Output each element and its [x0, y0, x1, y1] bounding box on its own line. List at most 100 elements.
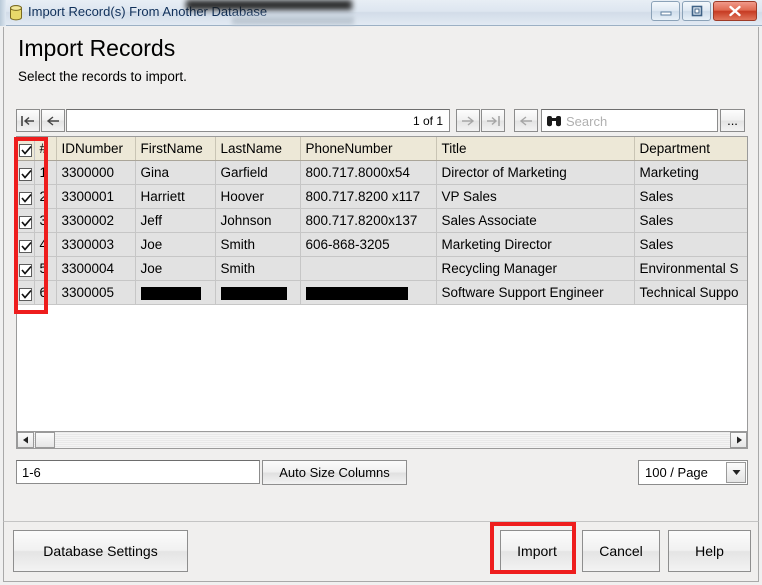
cell-title[interactable]: Recycling Manager [436, 256, 635, 281]
column-header-idnumber[interactable]: IDNumber [56, 137, 136, 161]
horizontal-scrollbar[interactable] [17, 431, 747, 448]
scroll-left-button[interactable] [17, 432, 34, 448]
maximize-button[interactable] [682, 1, 711, 21]
cell-lastname[interactable]: Johnson [215, 208, 301, 233]
scrollbar-thumb[interactable] [35, 432, 55, 448]
cell-firstname[interactable]: Joe [135, 232, 216, 257]
cell-num[interactable]: 5 [34, 256, 57, 281]
cell-lastname[interactable]: Smith [215, 256, 301, 281]
cancel-button[interactable]: Cancel [582, 530, 660, 572]
cell-lastname[interactable]: Smith [215, 232, 301, 257]
row-select-checkbox[interactable] [19, 263, 32, 277]
cell-phonenumber[interactable]: 800.717.8200x137 [300, 208, 437, 233]
database-settings-button[interactable]: Database Settings [13, 530, 188, 572]
last-page-button[interactable] [481, 109, 505, 132]
cell-idnumber[interactable]: 3300000 [56, 160, 136, 185]
search-back-button[interactable] [514, 109, 538, 132]
cell-title[interactable]: VP Sales [436, 184, 635, 209]
column-header-lastname[interactable]: LastName [215, 137, 301, 161]
record-range-input[interactable]: 1-6 [16, 460, 260, 484]
cell-firstname[interactable] [135, 280, 216, 305]
cell-num[interactable]: 2 [34, 184, 57, 209]
cell-idnumber[interactable]: 3300005 [56, 280, 136, 305]
title-redaction-bar-secondary [232, 16, 354, 25]
row-select-checkbox[interactable] [19, 239, 32, 253]
column-header-num[interactable]: # [34, 137, 57, 161]
table-row[interactable]: 4 3300003 Joe Smith 606-868-3205 Marketing Di… [17, 232, 747, 257]
cell-phonenumber[interactable]: 800.717.8200 x117 [300, 184, 437, 209]
cell-department[interactable]: Technical Suppo [634, 280, 747, 305]
search-options-button[interactable]: ... [720, 109, 745, 132]
cell-title[interactable]: Director of Marketing [436, 160, 635, 185]
cell-department[interactable]: Marketing [634, 160, 747, 185]
cell-num[interactable]: 3 [34, 208, 57, 233]
table-row[interactable]: 2 3300001 Harriett Hoover 800.717.8200 x117 V… [17, 184, 747, 209]
cell-firstname[interactable]: Joe [135, 256, 216, 281]
cell-idnumber[interactable]: 3300004 [56, 256, 136, 281]
cell-title[interactable]: Marketing Director [436, 232, 635, 257]
scrollbar-track[interactable] [17, 432, 747, 448]
last-page-icon [487, 115, 500, 126]
records-per-page-select[interactable]: 100 / Page [638, 460, 748, 485]
table-row[interactable]: 6 3300005 Software Support Engineer Technic… [17, 280, 747, 305]
next-page-button[interactable] [456, 109, 480, 132]
row-select-cell[interactable] [17, 208, 35, 233]
cell-title[interactable]: Sales Associate [436, 208, 635, 233]
cell-idnumber[interactable]: 3300001 [56, 184, 136, 209]
row-select-checkbox[interactable] [19, 287, 32, 301]
row-select-checkbox[interactable] [19, 191, 32, 205]
cell-num[interactable]: 4 [34, 232, 57, 257]
import-button[interactable]: Import [500, 530, 574, 572]
table-body: 1 3300000 Gina Garfield 800.717.8000x54 Direc… [17, 160, 747, 305]
cell-phonenumber[interactable]: 606-868-3205 [300, 232, 437, 257]
column-header-firstname[interactable]: FirstName [135, 137, 216, 161]
cell-idnumber[interactable]: 3300003 [56, 232, 136, 257]
help-button[interactable]: Help [668, 530, 751, 572]
minimize-button[interactable] [651, 1, 680, 21]
cell-num[interactable]: 1 [34, 160, 57, 185]
cell-department[interactable]: Sales [634, 208, 747, 233]
table-row[interactable]: 3 3300002 Jeff Johnson 800.717.8200x137 Sales… [17, 208, 747, 233]
auto-size-columns-button[interactable]: Auto Size Columns [262, 460, 407, 485]
row-select-checkbox[interactable] [19, 167, 32, 181]
cell-phonenumber[interactable] [300, 280, 437, 305]
cell-phonenumber[interactable] [300, 256, 437, 281]
previous-page-button[interactable] [41, 109, 65, 132]
row-select-cell[interactable] [17, 184, 35, 209]
row-select-cell[interactable] [17, 280, 35, 305]
column-header-title[interactable]: Title [436, 137, 635, 161]
row-select-cell[interactable] [17, 232, 35, 257]
search-input[interactable]: Search [541, 109, 718, 132]
records-table: # IDNumber FirstName LastName PhoneNumbe… [17, 137, 747, 305]
cell-title[interactable]: Software Support Engineer [436, 280, 635, 305]
cell-firstname[interactable]: Gina [135, 160, 216, 185]
first-page-button[interactable] [16, 109, 40, 132]
cell-phonenumber[interactable]: 800.717.8000x54 [300, 160, 437, 185]
column-header-phonenumber[interactable]: PhoneNumber [300, 137, 437, 161]
close-button[interactable] [713, 1, 757, 21]
scroll-right-button[interactable] [730, 432, 747, 448]
table-row[interactable]: 1 3300000 Gina Garfield 800.717.8000x54 Direc… [17, 160, 747, 185]
cell-firstname[interactable]: Jeff [135, 208, 216, 233]
cell-department[interactable]: Environmental S [634, 256, 747, 281]
cell-department[interactable]: Sales [634, 232, 747, 257]
cell-lastname[interactable]: Hoover [215, 184, 301, 209]
row-select-cell[interactable] [17, 256, 35, 281]
cell-lastname[interactable]: Garfield [215, 160, 301, 185]
column-header-department[interactable]: Department [634, 137, 747, 161]
row-select-checkbox[interactable] [19, 215, 32, 229]
cell-lastname[interactable] [215, 280, 301, 305]
record-navigation-toolbar: 1 of 1 Search ... [16, 109, 748, 133]
window-title-bar[interactable]: Import Record(s) From Another Database [0, 0, 762, 26]
table-row[interactable]: 5 3300004 Joe Smith Recycling Manager Environ… [17, 256, 747, 281]
binoculars-icon [546, 114, 562, 128]
cell-department[interactable]: Sales [634, 184, 747, 209]
cell-idnumber[interactable]: 3300002 [56, 208, 136, 233]
select-all-header-cell[interactable] [17, 137, 35, 161]
row-select-cell[interactable] [17, 160, 35, 185]
chevron-down-icon[interactable] [726, 462, 746, 483]
cell-firstname[interactable]: Harriett [135, 184, 216, 209]
select-all-checkbox[interactable] [19, 143, 32, 157]
record-position-field[interactable]: 1 of 1 [66, 109, 450, 132]
cell-num[interactable]: 6 [34, 280, 57, 305]
